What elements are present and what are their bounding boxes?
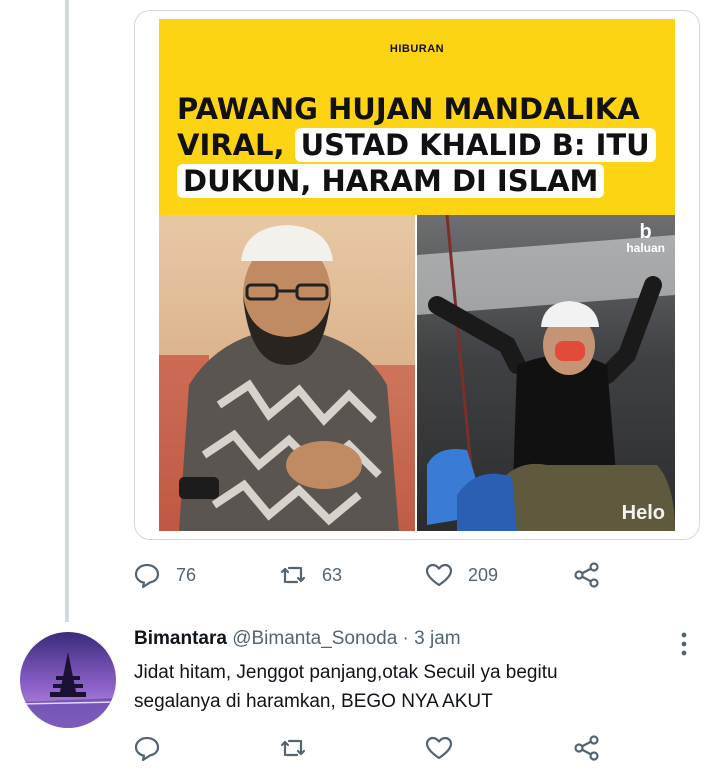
reply-display-name[interactable]: Bimantara: [134, 628, 227, 649]
share-icon: [574, 735, 599, 761]
news-article-image: HIBURAN PAWANG HUJAN MANDALIKA VIRAL, US…: [159, 19, 675, 531]
article-category: HIBURAN: [389, 43, 445, 55]
retweet-icon: [280, 739, 306, 757]
thread-connector-line: [65, 0, 69, 622]
reply-action-bar: [132, 733, 612, 763]
avatar[interactable]: [20, 632, 116, 728]
retweet-count: 63: [322, 564, 343, 585]
haluan-logo: b haluan: [626, 221, 665, 255]
heart-icon: [425, 736, 453, 760]
heart-icon: [425, 563, 453, 587]
headline-panel: HIBURAN PAWANG HUJAN MANDALIKA VIRAL, US…: [159, 19, 675, 215]
reply-reply-button[interactable]: [132, 733, 162, 763]
helo-watermark: Helo: [621, 502, 665, 524]
retweet-icon: [280, 566, 306, 584]
reply-text-line-1: Jidat hitam, Jenggot panjang,otak Secuil…: [134, 662, 558, 683]
share-button[interactable]: [572, 560, 602, 590]
share-icon: [574, 562, 599, 588]
reply-button[interactable]: 76: [132, 560, 196, 590]
header-separator: ·: [402, 628, 409, 649]
photo-ustad: [159, 215, 415, 531]
reply-retweet-button[interactable]: [278, 733, 308, 763]
reply-text: Jidat hitam, Jenggot panjang,otak Secuil…: [134, 658, 694, 716]
reply-handle[interactable]: @Bimanta_Sonoda: [232, 628, 397, 649]
like-count: 209: [468, 564, 499, 585]
reply-text-line-2: segalanya di haramkan, BEGO NYA AKUT: [134, 691, 493, 712]
tweet-media-card[interactable]: HIBURAN PAWANG HUJAN MANDALIKA VIRAL, US…: [134, 10, 700, 540]
reply-header: Bimantara @Bimanta_Sonoda · 3 jam: [134, 628, 461, 650]
reply-like-button[interactable]: [424, 733, 454, 763]
reply-icon: [134, 736, 160, 762]
reply-share-button[interactable]: [572, 733, 602, 763]
more-options-icon[interactable]: [674, 628, 694, 660]
like-button[interactable]: 209: [424, 560, 498, 590]
reply-icon: [134, 563, 160, 589]
reply-time[interactable]: 3 jam: [414, 628, 460, 649]
tweet-action-bar: 76 63 209: [132, 560, 612, 590]
article-headline: PAWANG HUJAN MANDALIKA VIRAL, USTAD KHAL…: [177, 91, 667, 199]
photo-pawang-hujan: b haluan Helo: [417, 215, 675, 531]
retweet-button[interactable]: 63: [278, 560, 342, 590]
reply-count: 76: [176, 564, 197, 585]
